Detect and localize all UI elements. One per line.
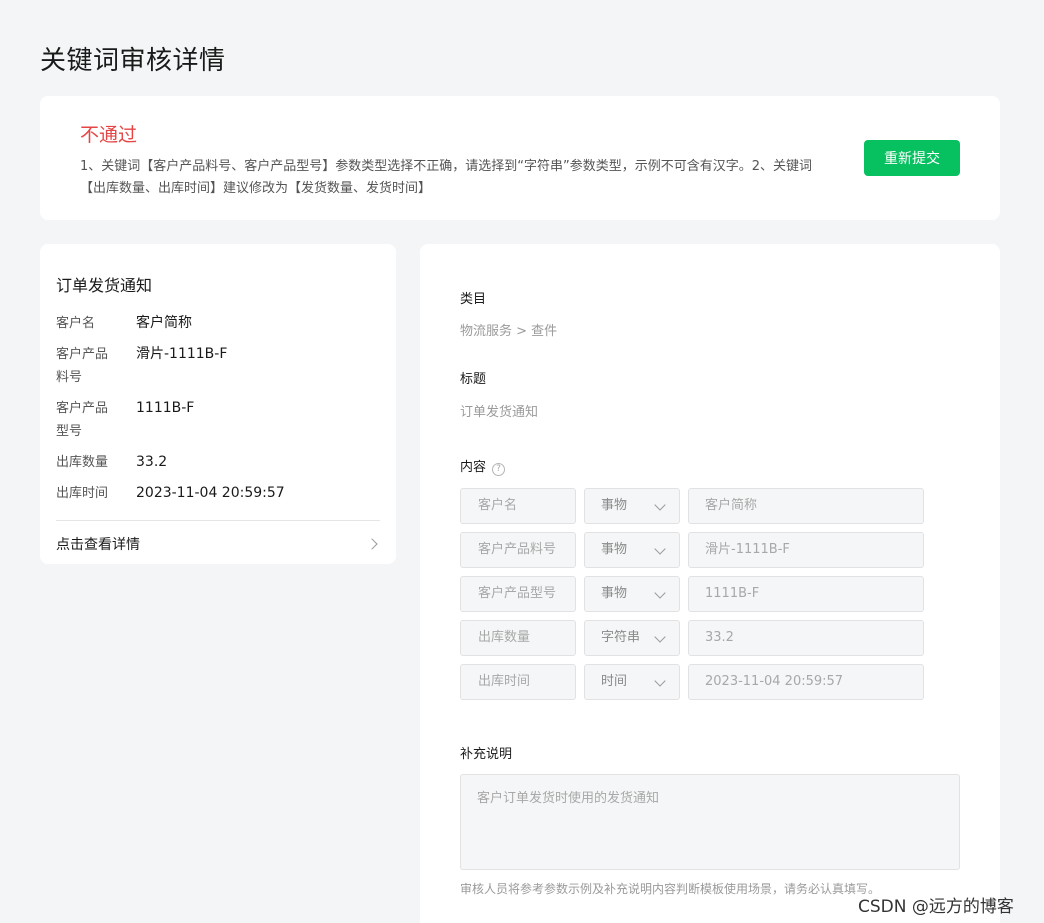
preview-field-row: 出库数量 33.2 — [56, 451, 380, 474]
note-label: 补充说明 — [460, 747, 513, 762]
param-type-select[interactable]: 字符串 — [584, 620, 680, 656]
param-type-value: 字符串 — [601, 630, 641, 645]
watermark: CSDN @远方的博客 — [858, 897, 1014, 917]
param-name-field[interactable]: 客户名 — [460, 488, 576, 524]
param-example-field[interactable]: 1111B-F — [688, 576, 924, 612]
param-example-field[interactable]: 2023-11-04 20:59:57 — [688, 664, 924, 700]
content-label-group: 内容? — [460, 456, 506, 476]
preview-field-value: 客户简称 — [136, 315, 192, 331]
view-details-link[interactable]: 点击查看详情 — [56, 532, 380, 556]
template-detail-card: 类目 物流服务 > 查件 标题 订单发货通知 内容? 客户名 事物 客户简称 客… — [420, 244, 1000, 923]
param-type-value: 事物 — [601, 542, 628, 557]
preview-field-row: 客户产品型号 1111B-F — [56, 397, 380, 443]
preview-field-label: 客户产品型号 — [56, 401, 109, 439]
chevron-down-icon — [654, 675, 666, 687]
param-type-select[interactable]: 事物 — [584, 532, 680, 568]
title-label: 标题 — [460, 372, 487, 387]
review-status-card: 不通过 1、关键词【客户产品料号、客户产品型号】参数类型选择不正确，请选择到“字… — [40, 96, 1000, 220]
help-icon[interactable]: ? — [492, 463, 506, 476]
title-value: 订单发货通知 — [460, 405, 539, 420]
param-type-value: 事物 — [601, 498, 628, 513]
preview-field-value: 1111B-F — [136, 400, 195, 416]
preview-field-row: 客户名 客户简称 — [56, 312, 380, 335]
param-type-value: 时间 — [601, 674, 628, 689]
preview-field-value: 滑片-1111B-F — [136, 346, 228, 362]
status-rejected-title: 不通过 — [80, 124, 138, 146]
view-details-label: 点击查看详情 — [56, 537, 140, 553]
chevron-down-icon — [654, 499, 666, 511]
preview-field-value: 2023-11-04 20:59:57 — [136, 485, 285, 501]
param-name-field[interactable]: 客户产品型号 — [460, 576, 576, 612]
preview-field-label: 客户名 — [56, 316, 96, 331]
page-title: 关键词审核详情 — [40, 46, 226, 76]
note-textarea[interactable]: 客户订单发货时使用的发货通知 — [460, 774, 960, 870]
param-type-select[interactable]: 事物 — [584, 488, 680, 524]
template-preview-card: 订单发货通知 客户名 客户简称 客户产品料号 滑片-1111B-F 客户产品型号… — [40, 244, 396, 564]
note-hint: 审核人员将参考参数示例及补充说明内容判断模板使用场景，请务必认真填写。 — [460, 882, 881, 896]
resubmit-button[interactable]: 重新提交 — [864, 140, 960, 176]
param-example-field[interactable]: 33.2 — [688, 620, 924, 656]
preview-field-row: 客户产品料号 滑片-1111B-F — [56, 343, 380, 389]
param-name-field[interactable]: 出库数量 — [460, 620, 576, 656]
param-type-select[interactable]: 事物 — [584, 576, 680, 612]
preview-field-value: 33.2 — [136, 454, 168, 470]
preview-field-list: 客户名 客户简称 客户产品料号 滑片-1111B-F 客户产品型号 1111B-… — [56, 312, 380, 513]
preview-field-label: 客户产品料号 — [56, 347, 109, 385]
chevron-down-icon — [654, 587, 666, 599]
divider — [56, 520, 380, 521]
preview-field-label: 出库时间 — [56, 486, 109, 501]
rejection-reason: 1、关键词【客户产品料号、客户产品型号】参数类型选择不正确，请选择到“字符串”参… — [80, 159, 813, 196]
param-name-field[interactable]: 出库时间 — [460, 664, 576, 700]
param-example-field[interactable]: 客户简称 — [688, 488, 924, 524]
preview-field-row: 出库时间 2023-11-04 20:59:57 — [56, 482, 380, 505]
chevron-down-icon — [654, 631, 666, 643]
category-value: 物流服务 > 查件 — [460, 324, 558, 339]
preview-field-label: 出库数量 — [56, 455, 109, 470]
category-label: 类目 — [460, 292, 487, 307]
param-example-field[interactable]: 滑片-1111B-F — [688, 532, 924, 568]
chevron-down-icon — [654, 543, 666, 555]
param-name-field[interactable]: 客户产品料号 — [460, 532, 576, 568]
preview-title: 订单发货通知 — [56, 276, 153, 295]
chevron-right-icon — [366, 538, 378, 550]
param-type-select[interactable]: 时间 — [584, 664, 680, 700]
param-type-value: 事物 — [601, 586, 628, 601]
content-label: 内容 — [460, 460, 487, 475]
